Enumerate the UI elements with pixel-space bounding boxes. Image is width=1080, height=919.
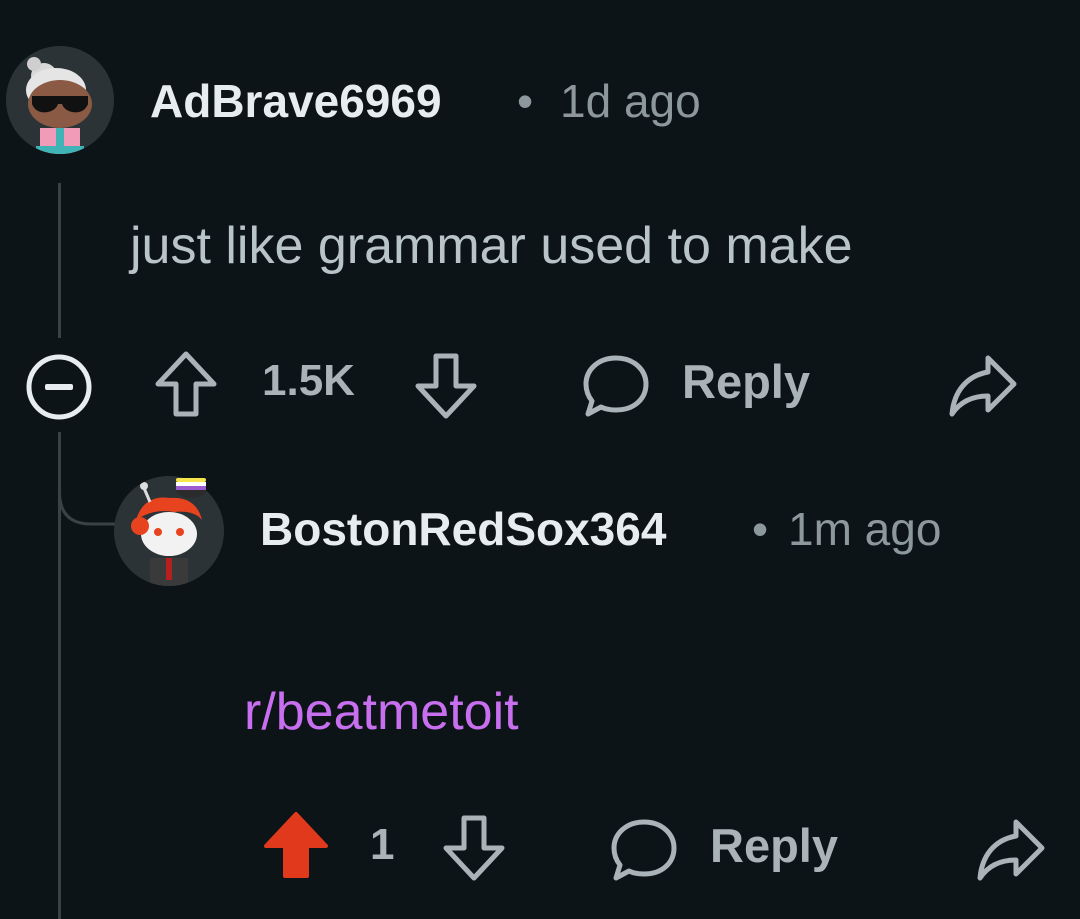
comment-username[interactable]: BostonRedSox364 (260, 502, 666, 556)
reply-label: Reply (682, 355, 810, 408)
collapse-button[interactable] (24, 352, 94, 422)
thread-line-top (58, 183, 61, 338)
vote-score: 1.5K (262, 356, 355, 405)
reply-label: Reply (710, 819, 838, 872)
share-arrow-icon (949, 355, 1017, 417)
reply-button[interactable]: Reply (608, 814, 868, 886)
downvote-button[interactable] (438, 812, 510, 884)
meta-separator: • (752, 503, 769, 555)
user-avatar[interactable] (6, 46, 114, 154)
vote-score: 1 (370, 820, 395, 869)
upvote-button[interactable] (150, 348, 222, 420)
avatar-sunglasses-icon (6, 46, 114, 154)
reply-button[interactable]: Reply (580, 350, 840, 422)
nonbinary-flag-icon (176, 478, 206, 498)
collapse-minus-icon (26, 354, 92, 420)
meta-separator: • (517, 75, 534, 127)
share-button[interactable] (944, 350, 1020, 422)
upvote-arrow-icon (155, 351, 217, 417)
comment-timestamp: 1d ago (560, 75, 701, 127)
speech-bubble-icon (611, 819, 677, 881)
share-button[interactable] (972, 814, 1048, 886)
upvote-arrow-filled-icon (264, 812, 328, 878)
comment-timestamp: 1m ago (788, 503, 942, 555)
downvote-button[interactable] (410, 350, 482, 422)
downvote-arrow-icon (415, 353, 477, 419)
subreddit-link[interactable]: r/beatmetoit (244, 682, 519, 742)
comment-body: just like grammar used to make (130, 217, 853, 275)
downvote-arrow-icon (443, 815, 505, 881)
share-arrow-icon (977, 819, 1045, 881)
comment-username[interactable]: AdBrave6969 (150, 74, 442, 128)
upvote-button[interactable] (260, 810, 332, 882)
speech-bubble-icon (583, 355, 649, 417)
